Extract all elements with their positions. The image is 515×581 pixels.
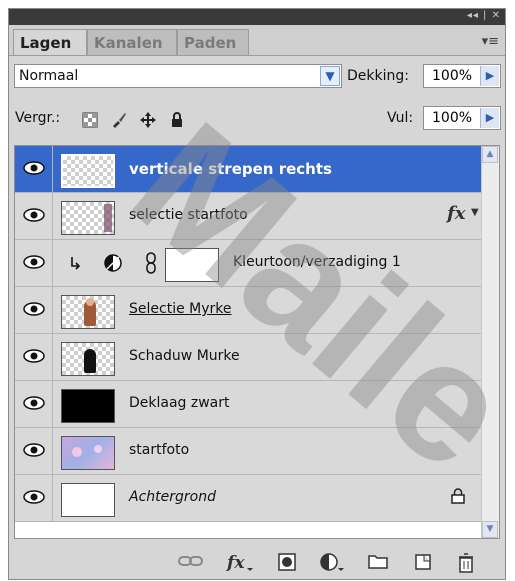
brush-icon[interactable] [110,111,128,129]
tab-paden[interactable]: Paden [177,29,249,55]
blend-row: Normaal ▼ Dekking: 100% ▶ [9,57,505,93]
layer-row[interactable]: Achtergrond [15,475,483,522]
fill-value: 100% [432,110,473,126]
tab-lagen[interactable]: Lagen [13,29,87,55]
layer-name[interactable]: Selectie Myrke [129,301,231,317]
layer-thumbnail [61,342,115,376]
layer-row[interactable]: startfoto [15,428,483,475]
layer-thumbnail [61,436,115,470]
lock-all-icon[interactable] [168,111,186,129]
eye-icon[interactable] [15,193,53,239]
fx-icon[interactable]: fx [225,552,255,574]
fill-arrow-icon[interactable]: ▶ [480,108,499,128]
layers-panel: ◂◂ | ✕ Lagen Kanalen Paden ▾≡ Normaal ▼ … [8,8,506,580]
layer-row[interactable]: Kleurtoon/verzadiging 1 [15,240,483,287]
chevron-down-icon[interactable]: ▼ [320,66,340,86]
link-icon[interactable] [145,252,157,274]
opacity-label: Dekking: [347,68,409,84]
expand-effects-icon[interactable]: ▼ [471,207,479,218]
fill-label: Vul: [387,110,414,126]
opacity-value: 100% [432,68,473,84]
layer-name[interactable]: startfoto [129,442,189,458]
adjustment-icon[interactable] [319,552,345,574]
scroll-up-icon[interactable]: ▲ [482,146,498,163]
scroll-down-icon[interactable]: ▼ [482,521,498,538]
eye-icon[interactable] [15,287,53,333]
panel-tabs: Lagen Kanalen Paden ▾≡ [9,25,505,56]
lock-icons [81,109,192,129]
blend-mode-select[interactable]: Normaal ▼ [14,64,342,88]
layer-thumbnail [61,389,115,423]
opacity-arrow-icon[interactable]: ▶ [480,66,499,86]
lock-label: Vergr.: [15,110,61,126]
clipping-arrow-icon [71,257,81,270]
opacity-field[interactable]: 100% ▶ [423,64,501,88]
layer-thumbnail [61,483,115,517]
layer-name[interactable]: verticale strepen rechts [129,160,332,178]
trash-icon[interactable] [457,552,475,574]
layer-row[interactable]: selectie startfoto fx ▼ [15,193,483,240]
panel-window-controls[interactable]: ◂◂ | ✕ [467,10,501,21]
layer-name[interactable]: selectie startfoto [129,207,248,223]
lock-row: Vergr.: Vul: 100% ▶ [9,101,505,135]
layer-thumbnail [61,201,115,235]
tab-kanalen[interactable]: Kanalen [87,29,177,55]
link-layers-icon[interactable] [177,552,205,570]
fx-icon[interactable]: fx [447,203,465,224]
layer-name[interactable]: Achtergrond [129,489,216,505]
eye-icon[interactable] [15,240,53,286]
move-icon[interactable] [139,111,157,129]
folder-icon[interactable] [367,552,389,570]
panel-bottom-bar: fx [9,546,505,580]
eye-icon[interactable] [15,428,53,474]
layer-row[interactable]: Selectie Myrke [15,287,483,334]
blend-mode-value: Normaal [19,68,79,84]
svg-text:fx: fx [226,553,245,573]
panel-menu-icon[interactable]: ▾≡ [482,34,499,49]
layers-list: verticale strepen rechts selectie startf… [14,145,500,539]
layer-name[interactable]: Schaduw Murke [129,348,240,364]
eye-icon[interactable] [15,475,53,521]
lock-icon [451,488,465,504]
layer-thumbnail [61,295,115,329]
eye-icon[interactable] [15,381,53,427]
mask-icon[interactable] [277,552,297,572]
panel-titlebar: ◂◂ | ✕ [9,9,505,25]
lock-transparency-icon[interactable] [81,111,99,129]
eye-icon[interactable] [15,146,53,192]
adjustment-layer-icon [104,254,122,272]
layer-row[interactable]: verticale strepen rechts [15,146,483,193]
layer-row[interactable]: Deklaag zwart [15,381,483,428]
layer-name[interactable]: Deklaag zwart [129,395,230,411]
layer-row[interactable]: Schaduw Murke [15,334,483,381]
fill-field[interactable]: 100% ▶ [423,106,501,130]
eye-icon[interactable] [15,334,53,380]
new-layer-icon[interactable] [413,552,433,572]
layer-name[interactable]: Kleurtoon/verzadiging 1 [233,254,401,270]
mask-thumbnail[interactable] [165,248,219,282]
layer-thumbnail [61,154,115,188]
layers-scrollbar[interactable]: ▲ ▼ [481,146,499,538]
